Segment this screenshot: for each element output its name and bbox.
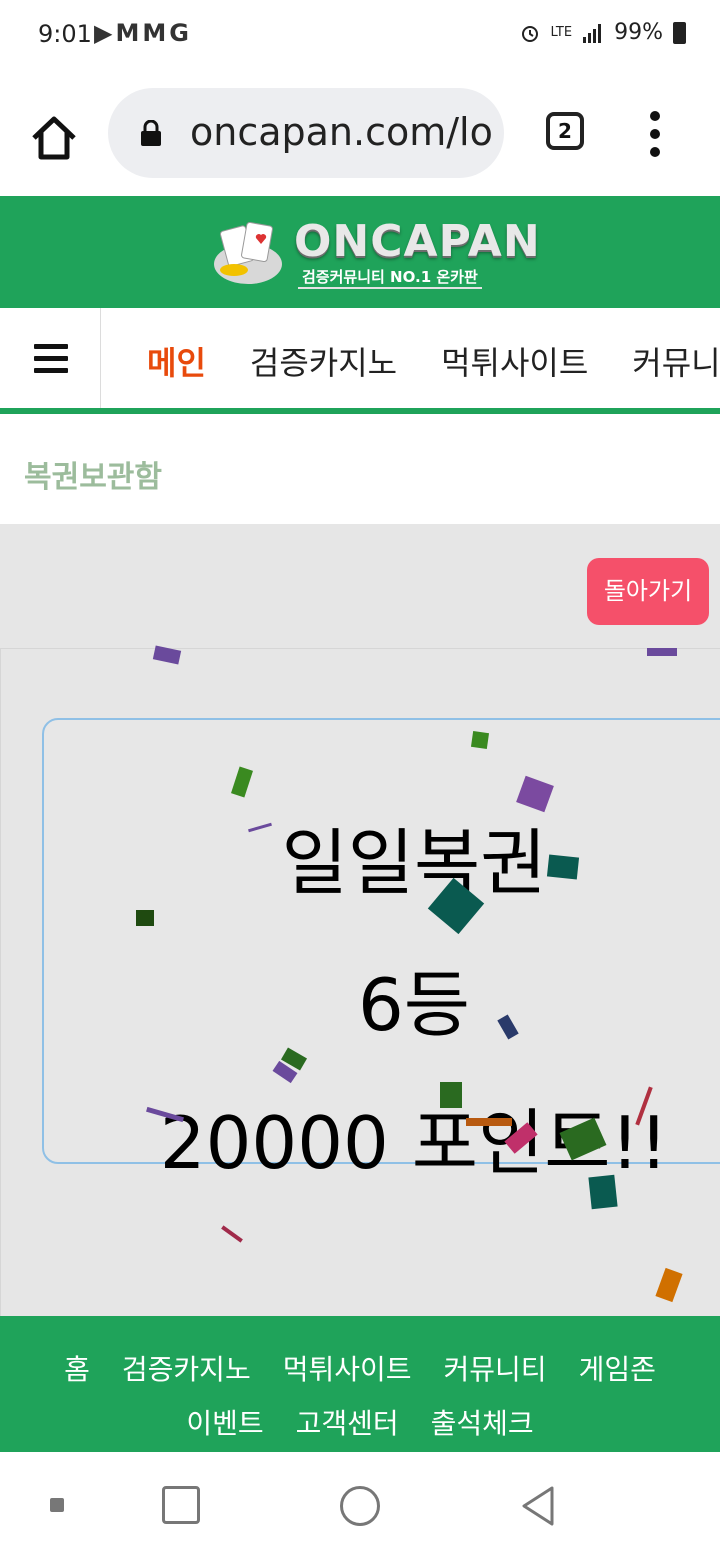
status-bar: 9:01 ▶MMG LTE 99% xyxy=(0,0,720,70)
footer-link[interactable]: 고객센터 xyxy=(296,1407,399,1440)
network-label: LTE xyxy=(550,25,573,40)
confetti-piece xyxy=(546,854,580,880)
prize-name: 일일복권 xyxy=(281,821,547,905)
url-text: oncapan.com/lo xyxy=(190,110,493,154)
back-triangle-icon[interactable] xyxy=(518,1484,558,1528)
recent-dot-icon[interactable] xyxy=(50,1498,64,1512)
logo-tagline: 검증커뮤니티 NO.1 온카판 xyxy=(298,266,482,289)
battery-percent: 99% xyxy=(614,20,663,45)
confetti-piece xyxy=(470,730,490,750)
status-indicators: LTE 99% xyxy=(520,20,686,45)
lock-icon xyxy=(141,120,161,146)
footer-link[interactable]: 게임존 xyxy=(579,1353,656,1386)
more-options-icon[interactable] xyxy=(640,110,670,158)
home-icon[interactable] xyxy=(26,110,82,166)
footer-link[interactable]: 홈 xyxy=(64,1353,90,1386)
battery-icon xyxy=(673,21,686,44)
page-title: 복권보관함 xyxy=(24,460,162,495)
confetti-piece xyxy=(466,1118,512,1126)
prize-card: 일일복권 6등 20000 포인트!! xyxy=(42,718,720,1185)
site-footer: 홈 검증카지노 먹튀사이트 커뮤니티 게임존 이벤트 고객센터 출석체크 xyxy=(0,1316,720,1452)
confetti-piece xyxy=(588,1174,618,1210)
prize-points: 20000 포인트!! xyxy=(159,1101,669,1185)
site-logo[interactable]: ONCAPAN 검증커뮤니티 NO.1 온카판 xyxy=(212,214,540,290)
nav-item-0[interactable]: 메인 xyxy=(147,338,206,384)
status-time: 9:01 xyxy=(38,20,92,48)
address-bar[interactable]: oncapan.com/lo xyxy=(108,88,504,178)
signal-icon xyxy=(583,23,602,43)
nav-items: 메인 검증카지노 먹튀사이트 커뮤니티 xyxy=(147,338,720,384)
main-nav: 메인 검증카지노 먹튀사이트 커뮤니티 xyxy=(0,308,720,414)
site-header: ONCAPAN 검증커뮤니티 NO.1 온카판 xyxy=(0,196,720,308)
nav-item-2[interactable]: 먹튀사이트 xyxy=(441,338,588,384)
footer-link[interactable]: 출석체크 xyxy=(431,1407,534,1440)
footer-link[interactable]: 먹튀사이트 xyxy=(283,1353,412,1386)
confetti-piece xyxy=(136,910,154,926)
overview-square-icon[interactable] xyxy=(162,1486,200,1524)
android-nav-bar xyxy=(0,1452,720,1560)
footer-link[interactable]: 이벤트 xyxy=(186,1407,263,1440)
nav-item-1[interactable]: 검증카지노 xyxy=(250,338,397,384)
alarm-icon xyxy=(522,25,539,42)
prize-rank: 6등 xyxy=(357,963,471,1047)
nav-item-3[interactable]: 커뮤니티 xyxy=(632,338,720,384)
footer-link[interactable]: 커뮤니티 xyxy=(444,1353,547,1386)
home-circle-icon[interactable] xyxy=(340,1486,380,1526)
logo-name: ONCAPAN xyxy=(294,216,541,267)
lottery-content: 돌아가기 일일복권 6등 20000 포인트!! xyxy=(0,524,720,1316)
hamburger-menu-icon[interactable] xyxy=(0,308,101,408)
notification-icons: ▶MMG xyxy=(94,19,192,47)
tab-switcher-button[interactable]: 2 xyxy=(546,112,584,150)
back-button[interactable]: 돌아가기 xyxy=(587,558,709,625)
page-title-bar: 복권보관함 xyxy=(0,414,720,524)
footer-link[interactable]: 검증카지노 xyxy=(122,1353,251,1386)
cards-logo-icon xyxy=(214,221,282,284)
confetti-piece xyxy=(440,1082,462,1108)
footer-links-row1: 홈 검증카지노 먹튀사이트 커뮤니티 게임존 xyxy=(0,1348,720,1388)
footer-links-row2: 이벤트 고객센터 출석체크 xyxy=(0,1402,720,1442)
browser-toolbar: oncapan.com/lo 2 xyxy=(0,70,720,196)
confetti-piece xyxy=(647,648,677,656)
